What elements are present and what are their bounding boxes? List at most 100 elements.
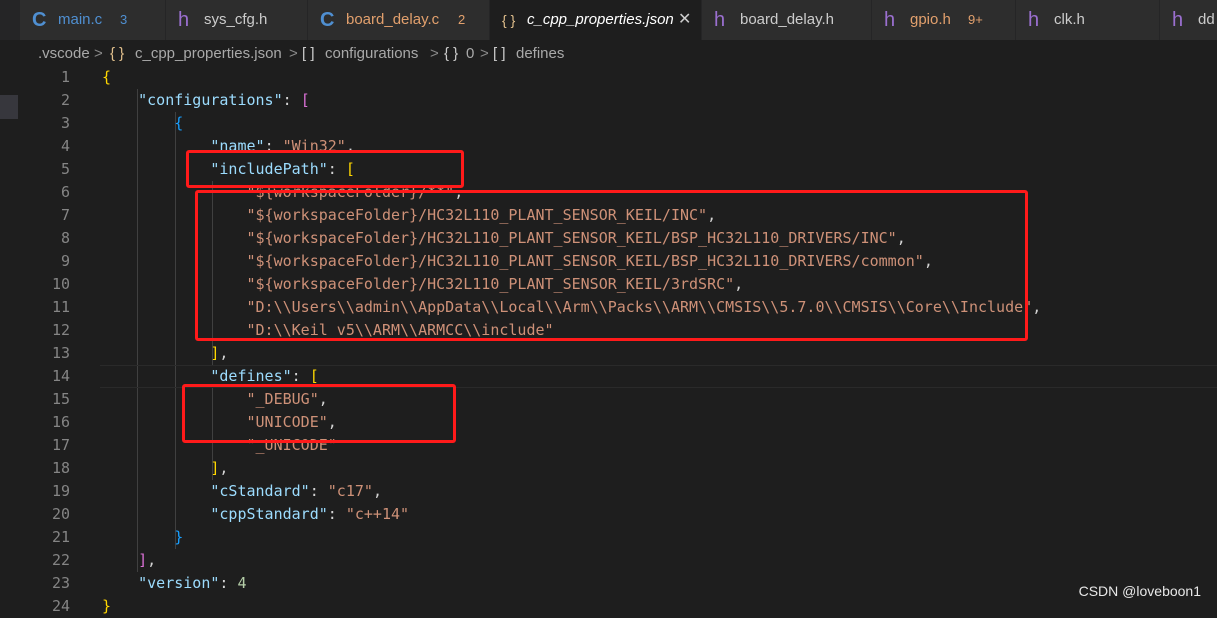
header-file-icon: h	[884, 9, 896, 31]
array-icon: [ ]	[493, 45, 506, 62]
tab-label: dd	[1198, 11, 1215, 28]
breadcrumb-file[interactable]: c_cpp_properties.json	[135, 40, 282, 68]
header-file-icon: h	[1028, 9, 1040, 31]
annotation-box-include-paths	[195, 190, 1028, 341]
line-number: 8	[60, 229, 70, 247]
breadcrumb-configurations[interactable]: configurations	[325, 40, 418, 68]
code-line[interactable]: 4 "name": "Win32",	[0, 135, 1217, 158]
line-number: 5	[60, 160, 70, 178]
code-token: [	[300, 91, 310, 109]
code-token: {	[102, 68, 112, 86]
editor-tab-bar: Cmain.c 3 h sys_cfg.h Cboard_delay.c 2 { } c_cp…	[0, 0, 1217, 40]
chevron-right-icon: >	[430, 45, 439, 62]
chevron-right-icon: >	[480, 45, 489, 62]
line-number: 18	[51, 459, 70, 477]
code-token: :	[327, 505, 346, 523]
line-number: 3	[60, 114, 70, 132]
close-icon[interactable]: ✕	[678, 0, 691, 40]
tab-label: gpio.h	[910, 11, 951, 28]
tab-main-c[interactable]: Cmain.c 3	[20, 0, 166, 40]
code-token: "cStandard"	[210, 482, 310, 500]
line-number: 14	[51, 367, 70, 385]
tab-dd[interactable]: h dd	[1160, 0, 1217, 40]
code-token: ]	[138, 551, 148, 569]
code-token: "defines"	[210, 367, 292, 385]
code-token: :	[219, 574, 238, 592]
code-text: "configurations": [	[102, 89, 310, 112]
code-line[interactable]: 18 ],	[0, 457, 1217, 480]
code-token: "version"	[138, 574, 220, 592]
line-number: 15	[51, 390, 70, 408]
code-token: ,	[219, 344, 229, 362]
code-line[interactable]: 21 }	[0, 526, 1217, 549]
code-text: {	[102, 66, 111, 89]
c-file-icon: C	[32, 9, 47, 31]
breadcrumb-defines[interactable]: defines	[516, 40, 564, 68]
problem-count-badge: 2	[458, 12, 466, 27]
code-token: :	[309, 482, 328, 500]
code-text: ],	[102, 457, 228, 480]
code-token: ,	[372, 482, 382, 500]
code-text: ],	[102, 549, 156, 572]
tab-label: c_cpp_properties.json	[527, 11, 674, 28]
tab-label: sys_cfg.h	[204, 11, 268, 28]
line-number: 10	[51, 275, 70, 293]
code-line[interactable]: 13 ],	[0, 342, 1217, 365]
array-icon: [ ]	[302, 45, 315, 62]
breadcrumb-index[interactable]: 0	[466, 40, 474, 68]
code-text: "version": 4	[102, 572, 246, 595]
line-number: 17	[51, 436, 70, 454]
tab-board-delay-h[interactable]: h board_delay.h	[702, 0, 872, 40]
code-token: :	[291, 367, 310, 385]
annotation-box-includepath	[186, 150, 464, 188]
breadcrumb-folder[interactable]: .vscode	[38, 40, 90, 68]
code-token: "c++14"	[345, 505, 410, 523]
line-number: 12	[51, 321, 70, 339]
line-number: 20	[51, 505, 70, 523]
code-text: "cppStandard": "c++14"	[102, 503, 409, 526]
code-line[interactable]: 3 {	[0, 112, 1217, 135]
code-line[interactable]: 22 ],	[0, 549, 1217, 572]
line-number: 1	[60, 68, 70, 86]
tab-gpio-h[interactable]: h gpio.h 9+	[872, 0, 1016, 40]
line-number: 4	[60, 137, 70, 155]
tab-clk-h[interactable]: h clk.h	[1016, 0, 1160, 40]
problem-count-badge: 9+	[968, 12, 983, 27]
code-token: ,	[219, 459, 229, 477]
code-line[interactable]: 1{	[0, 66, 1217, 89]
code-text: {	[102, 112, 183, 135]
code-line[interactable]: 23 "version": 4	[0, 572, 1217, 595]
tab-label: board_delay.c	[346, 11, 440, 28]
line-number: 2	[60, 91, 70, 109]
line-number: 9	[60, 252, 70, 270]
tab-board-delay-c[interactable]: Cboard_delay.c 2	[308, 0, 490, 40]
tab-c-cpp-properties-json[interactable]: { } c_cpp_properties.json ✕	[490, 0, 702, 40]
tab-label: clk.h	[1054, 11, 1085, 28]
json-file-icon: { }	[502, 12, 516, 28]
tab-label: board_delay.h	[740, 11, 834, 28]
code-text: "cStandard": "c17",	[102, 480, 382, 503]
line-number: 22	[51, 551, 70, 569]
problem-count-badge: 3	[120, 12, 128, 27]
chevron-right-icon: >	[289, 45, 298, 62]
c-file-icon: C	[320, 9, 335, 31]
code-line[interactable]: 5 "includePath": [	[0, 158, 1217, 181]
code-token: :	[282, 91, 301, 109]
code-line[interactable]: 2 "configurations": [	[0, 89, 1217, 112]
code-token: [	[309, 367, 319, 385]
json-file-icon: { }	[110, 45, 125, 62]
line-number: 21	[51, 528, 70, 546]
annotation-box-defines	[182, 384, 456, 443]
tab-sys-cfg-h[interactable]: h sys_cfg.h	[166, 0, 308, 40]
code-line[interactable]: 19 "cStandard": "c17",	[0, 480, 1217, 503]
code-line[interactable]: 20 "cppStandard": "c++14"	[0, 503, 1217, 526]
line-number: 13	[51, 344, 70, 362]
